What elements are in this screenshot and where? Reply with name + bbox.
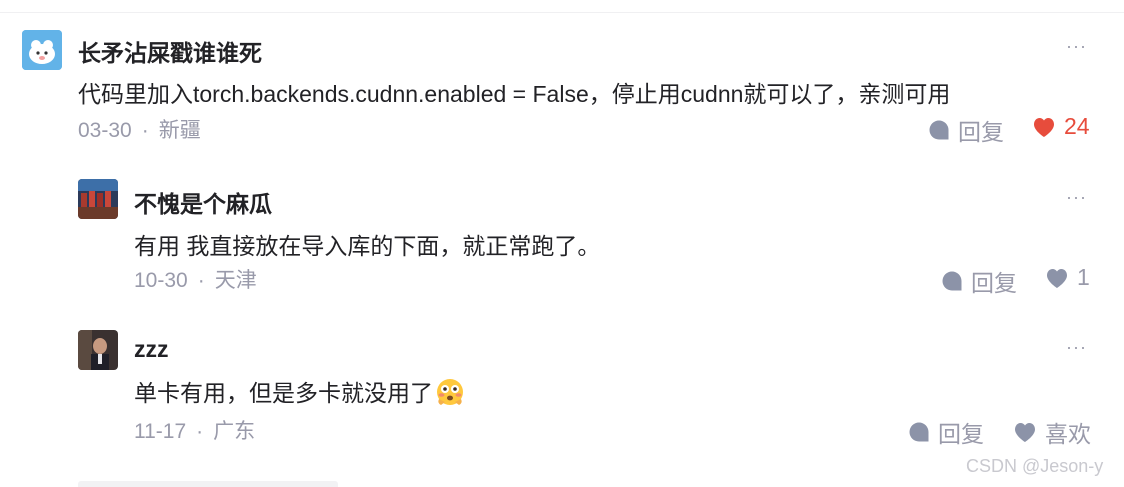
more-options-icon[interactable]: ··· <box>1066 187 1087 208</box>
meta-separator: · <box>196 420 204 443</box>
comment-location: 新疆 <box>158 119 201 142</box>
comment-date: 03-30 <box>78 119 132 142</box>
comment-text: 代码里加入torch.backends.cudnn.enabled = Fals… <box>78 81 951 107</box>
comment-date: 11-17 <box>134 420 187 443</box>
watermark: CSDN @Jeson-y <box>966 456 1104 476</box>
comment-text: 有用 我直接放在导入库的下面，就正常跑了。 <box>134 233 601 259</box>
reply-button[interactable]: 回复 <box>941 264 1017 298</box>
avatar[interactable] <box>22 30 62 70</box>
meta-separator: · <box>197 269 205 292</box>
username[interactable]: 长矛沾屎戳谁谁死 <box>78 34 262 68</box>
more-options-icon[interactable]: ··· <box>1066 337 1087 358</box>
like-button[interactable]: 1 <box>1045 264 1090 291</box>
reply-button[interactable]: 回复 <box>908 415 984 449</box>
comment-date: 10-30 <box>134 269 188 292</box>
avatar-image <box>22 30 62 70</box>
heart-icon <box>1015 423 1035 442</box>
reply-icon <box>929 120 949 140</box>
reply-label: 回复 <box>938 421 984 447</box>
heart-icon <box>1047 268 1067 288</box>
more-options-icon[interactable]: ··· <box>1066 36 1087 57</box>
comment-meta: 10-30 · 天津 <box>134 264 257 294</box>
reply-icon <box>909 422 929 442</box>
comment-meta: 11-17 · 广东 <box>134 415 255 445</box>
avatar-image <box>78 330 118 370</box>
like-count: 1 <box>1077 264 1090 290</box>
flushed-face-icon <box>437 379 463 405</box>
reply-label: 回复 <box>971 270 1017 296</box>
comment-location: 天津 <box>214 269 257 292</box>
heart-icon <box>1034 117 1054 137</box>
username[interactable]: zzz <box>134 336 169 363</box>
reply-icon <box>942 271 962 291</box>
like-button[interactable]: 喜欢 <box>1013 415 1091 449</box>
reply-label: 回复 <box>958 119 1004 145</box>
avatar[interactable] <box>78 330 118 370</box>
avatar[interactable] <box>78 179 118 219</box>
like-label: 喜欢 <box>1045 421 1091 447</box>
meta-separator: · <box>141 119 149 142</box>
comment-location: 广东 <box>213 420 256 443</box>
like-button[interactable]: 24 <box>1032 113 1090 140</box>
reply-button[interactable]: 回复 <box>928 113 1004 147</box>
top-divider <box>0 12 1124 13</box>
comment-meta: 03-30 · 新疆 <box>78 114 201 144</box>
avatar-image <box>78 179 118 219</box>
comment-text-body: 单卡有用，但是多卡就没用了 <box>134 380 433 406</box>
load-more-bar[interactable] <box>78 481 338 487</box>
like-count: 24 <box>1064 113 1090 139</box>
username[interactable]: 不愧是个麻瓜 <box>134 185 272 219</box>
comment-text: 单卡有用，但是多卡就没用了 <box>134 374 465 408</box>
